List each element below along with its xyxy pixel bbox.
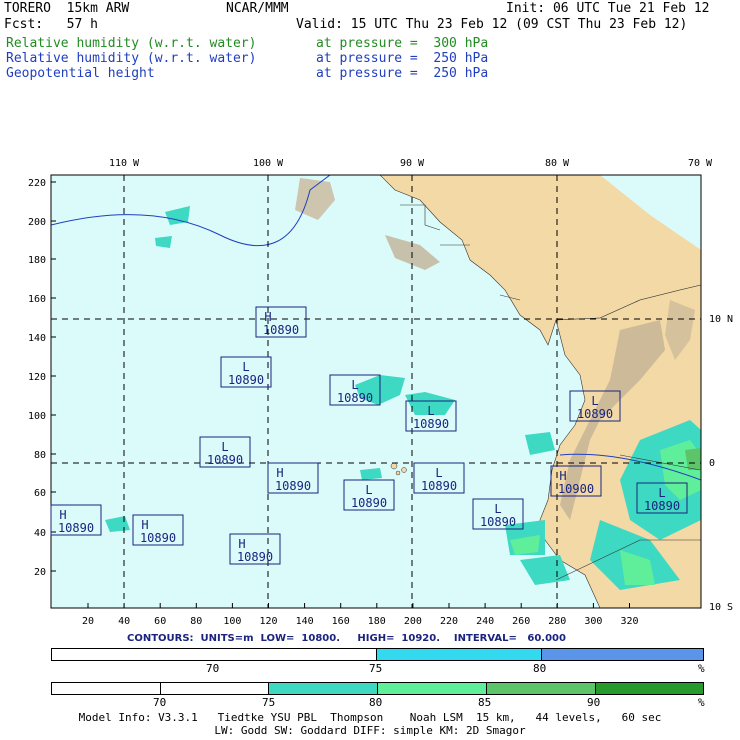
y-tick-label: 20: [34, 567, 46, 578]
center-type: H: [238, 537, 245, 551]
center-type: H: [141, 518, 148, 532]
colorbar-300-label-90: 90: [587, 696, 601, 709]
latitude-label: 0: [709, 458, 715, 469]
center-type: L: [494, 502, 501, 516]
center-type: H: [559, 469, 566, 483]
center-value: 10890: [577, 407, 613, 421]
latitude-label: 10 S: [709, 602, 733, 613]
colorbar-300-unit: %: [698, 696, 705, 709]
colorbar-250: [51, 648, 704, 661]
center-type: L: [591, 394, 598, 408]
y-tick-label: 80: [34, 450, 46, 461]
center-type: L: [427, 404, 434, 418]
model-info-line1: Model Info: V3.3.1 Tiedtke YSU PBL Thomp…: [78, 711, 662, 724]
center-type: L: [365, 483, 372, 497]
colorbar-300-label-85: 85: [478, 696, 492, 709]
center-type: H: [276, 466, 283, 480]
x-tick-label: 320: [620, 616, 638, 627]
center-type: H: [264, 310, 271, 324]
y-tick-label: 40: [34, 528, 46, 539]
center-value: 10890: [237, 550, 273, 564]
center-type: L: [658, 486, 665, 500]
x-tick-label: 220: [440, 616, 458, 627]
x-tick-label: 240: [476, 616, 494, 627]
longitude-label: 110 W: [109, 158, 140, 169]
colorbar-300-label-80: 80: [369, 696, 383, 709]
y-tick-label: 120: [28, 372, 46, 383]
center-value: 10900: [558, 482, 594, 496]
colorbar-250-label-80: 80: [533, 662, 547, 675]
longitude-label: 70 W: [688, 158, 713, 169]
colorbar-300-seg-6: [596, 683, 703, 694]
center-value: 10890: [413, 417, 449, 431]
y-tick-label: 200: [28, 217, 46, 228]
center-value: 10890: [351, 496, 387, 510]
colorbar-250-seg-2: [377, 649, 542, 660]
center-value: 10890: [207, 453, 243, 467]
colorbar-300-seg-4: [378, 683, 487, 694]
model-info-line2: LW: Godd SW: Goddard DIFF: simple KM: 2D…: [214, 724, 526, 737]
x-tick-label: 100: [223, 616, 241, 627]
x-tick-label: 180: [368, 616, 386, 627]
contour-info: CONTOURS: UNITS=m LOW= 10800. HIGH= 1092…: [127, 633, 566, 644]
center-value: 10890: [644, 499, 680, 513]
y-tick-label: 160: [28, 294, 46, 305]
colorbar-300-seg-2: [161, 683, 269, 694]
colorbar-300: [51, 682, 704, 695]
colorbar-250-seg-3: [542, 649, 703, 660]
center-value: 10890: [337, 391, 373, 405]
y-tick-label: 180: [28, 255, 46, 266]
center-value: 10890: [58, 521, 94, 535]
center-type: L: [351, 378, 358, 392]
longitude-label: 80 W: [545, 158, 570, 169]
center-value: 10890: [140, 531, 176, 545]
x-tick-label: 40: [118, 616, 130, 627]
colorbar-300-seg-3: [269, 683, 378, 694]
latitude-labels: 10 N 0 10 S: [709, 314, 733, 613]
colorbar-300-seg-5: [487, 683, 596, 694]
colorbar-300-seg-1: [52, 683, 161, 694]
x-tick-label: 260: [512, 616, 530, 627]
latitude-label: 10 N: [709, 314, 733, 325]
x-tick-label: 300: [584, 616, 602, 627]
x-tick-label: 80: [190, 616, 202, 627]
weather-map: 220 200 180 160 140 120 100 80 60 40 20 20 40 60 80 100…: [28, 158, 733, 627]
colorbar-250-label-70: 70: [206, 662, 220, 675]
x-tick-label: 160: [332, 616, 350, 627]
longitude-label: 100 W: [253, 158, 284, 169]
colorbar-250-seg-1: [52, 649, 377, 660]
center-value: 10890: [263, 323, 299, 337]
y-tick-label: 60: [34, 488, 46, 499]
center-value: 10890: [228, 373, 264, 387]
colorbar-300-label-75: 75: [262, 696, 276, 709]
longitude-label: 90 W: [400, 158, 425, 169]
x-tick-label: 280: [548, 616, 566, 627]
colorbar-250-label-75: 75: [369, 662, 383, 675]
center-value: 10890: [275, 479, 311, 493]
center-value: 10890: [480, 515, 516, 529]
longitude-labels: 110 W 100 W 90 W 80 W 70 W: [109, 158, 713, 169]
center-type: L: [435, 466, 442, 480]
x-tick-label: 140: [296, 616, 314, 627]
x-tick-label: 200: [404, 616, 422, 627]
y-tick-label: 100: [28, 411, 46, 422]
x-tick-label: 120: [259, 616, 277, 627]
center-value: 10890: [421, 479, 457, 493]
colorbar-250-unit: %: [698, 662, 705, 675]
y-tick-label: 220: [28, 178, 46, 189]
center-type: L: [221, 440, 228, 454]
center-type: H: [59, 508, 66, 522]
x-tick-label: 60: [154, 616, 166, 627]
colorbar-300-label-70: 70: [153, 696, 167, 709]
center-type: L: [242, 360, 249, 374]
y-tick-label: 140: [28, 333, 46, 344]
x-tick-label: 20: [82, 616, 94, 627]
